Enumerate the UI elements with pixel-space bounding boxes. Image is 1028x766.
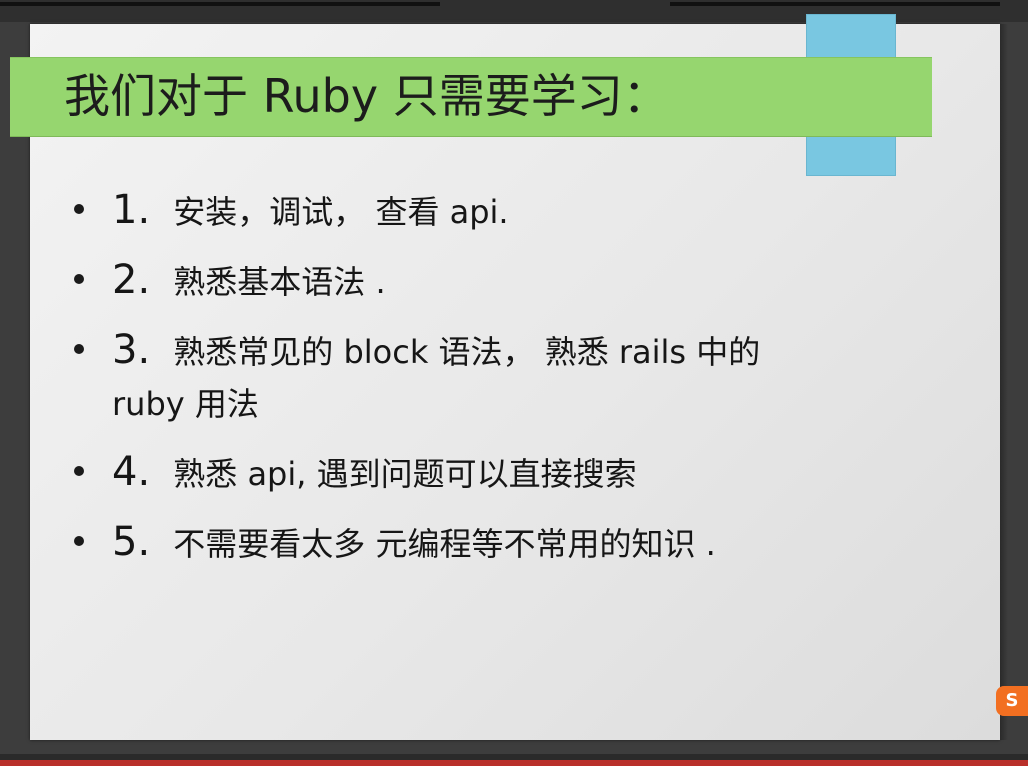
progress-bar [0, 760, 1028, 766]
bullet-list: 1. 安装，调试， 查看 api. 2. 熟悉基本语法 . 3. 熟悉常见的 b… [70, 186, 930, 588]
item-number: 4. [112, 449, 151, 495]
item-text: 安装，调试， 查看 api. [173, 193, 509, 231]
item-number: 3. [112, 327, 151, 373]
bullet-dot-icon [74, 274, 84, 284]
bullet-dot-icon [74, 344, 84, 354]
list-item: 4. 熟悉 api, 遇到问题可以直接搜索 [70, 448, 930, 500]
top-bar-right [670, 2, 1000, 6]
bullet-dot-icon [74, 536, 84, 546]
item-number: 2. [112, 257, 151, 303]
top-bar-left [0, 2, 440, 6]
list-item: 2. 熟悉基本语法 . [70, 256, 930, 308]
item-text: 熟悉常见的 block 语法， 熟悉 rails 中的 [173, 333, 761, 371]
item-text: 熟悉基本语法 . [173, 263, 386, 301]
logo-icon: S [996, 686, 1028, 716]
video-frame: 我们对于 Ruby 只需要学习： 1. 安装，调试， 查看 api. 2. 熟悉… [0, 0, 1028, 766]
item-text-continued: ruby 用法 [112, 385, 259, 423]
bullet-dot-icon [74, 466, 84, 476]
bullet-dot-icon [74, 204, 84, 214]
list-item: 1. 安装，调试， 查看 api. [70, 186, 930, 238]
item-text: 不需要看太多 元编程等不常用的知识 . [173, 525, 716, 563]
item-number: 5. [112, 519, 151, 565]
item-text: 熟悉 api, 遇到问题可以直接搜索 [173, 455, 637, 493]
list-item: 3. 熟悉常见的 block 语法， 熟悉 rails 中的 ruby 用法 [70, 326, 930, 430]
logo-label: S [1005, 690, 1019, 711]
item-number: 1. [112, 187, 151, 233]
slide-title: 我们对于 Ruby 只需要学习： [64, 69, 669, 123]
slide-shadow [1000, 24, 1008, 740]
list-item: 5. 不需要看太多 元编程等不常用的知识 . [70, 518, 930, 570]
